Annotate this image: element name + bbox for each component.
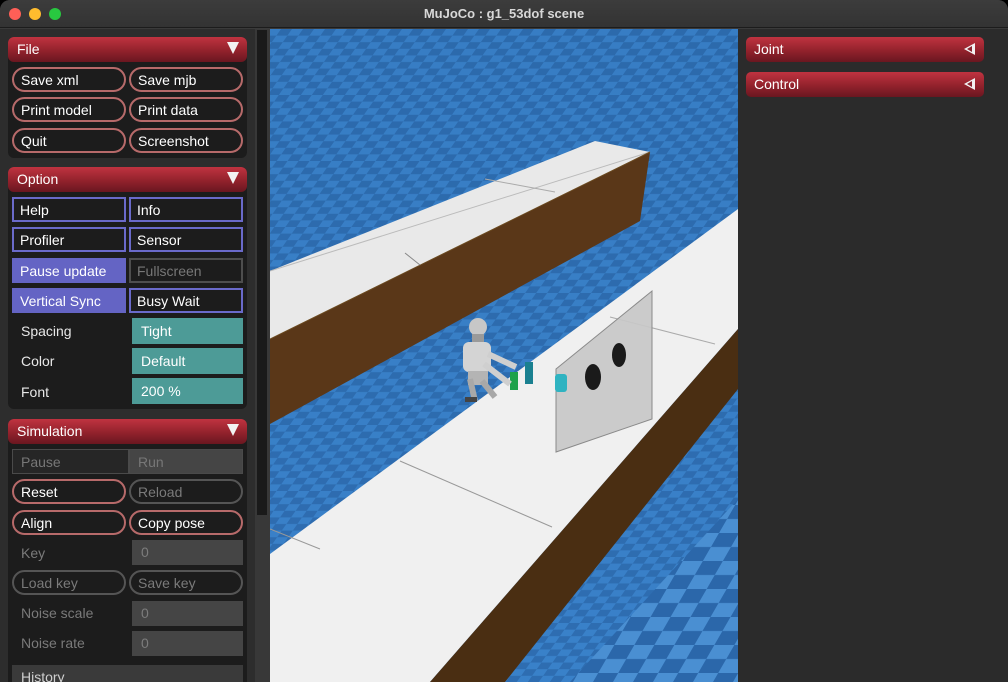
sensor-toggle[interactable]: Sensor xyxy=(129,227,243,252)
left-ui-panel: File Save xml Save mjb Print model Print… xyxy=(0,29,255,682)
font-select[interactable]: 200 % xyxy=(132,378,243,404)
control-section-header[interactable]: Control xyxy=(746,72,984,97)
save-key-button[interactable]: Save key xyxy=(129,570,243,595)
option-section: Option Help Info Profiler Sensor Pause u… xyxy=(8,167,247,409)
history-row[interactable]: History xyxy=(12,665,243,682)
scene-render xyxy=(270,29,738,682)
simulation-section: Simulation Pause Run Reset Reload Align … xyxy=(8,419,247,682)
history-label: History xyxy=(21,669,65,682)
color-select[interactable]: Default xyxy=(132,348,243,374)
right-ui-panel: Joint Control xyxy=(738,29,1008,682)
expand-triangle-icon xyxy=(964,78,975,90)
noise-scale-label: Noise scale xyxy=(21,605,94,621)
noise-rate-field[interactable]: 0 xyxy=(132,631,243,656)
key-slider[interactable]: 0 xyxy=(132,540,243,565)
fullscreen-toggle[interactable]: Fullscreen xyxy=(129,258,243,283)
file-section: File Save xml Save mjb Print model Print… xyxy=(8,37,247,158)
reload-button[interactable]: Reload xyxy=(129,479,243,504)
screenshot-button[interactable]: Screenshot xyxy=(129,128,243,153)
save-xml-button[interactable]: Save xml xyxy=(12,67,126,92)
joint-header-label: Joint xyxy=(754,41,784,57)
reset-button[interactable]: Reset xyxy=(12,479,126,504)
simulation-section-header[interactable]: Simulation xyxy=(8,419,247,444)
vertical-sync-toggle[interactable]: Vertical Sync xyxy=(12,288,126,313)
spacing-select[interactable]: Tight xyxy=(132,318,243,344)
help-toggle[interactable]: Help xyxy=(12,197,126,222)
collapse-triangle-icon xyxy=(227,172,239,184)
file-section-header[interactable]: File xyxy=(8,37,247,62)
copy-pose-button[interactable]: Copy pose xyxy=(129,510,243,535)
window-title: MuJoCo : g1_53dof scene xyxy=(423,6,585,21)
info-toggle[interactable]: Info xyxy=(129,197,243,222)
collapse-triangle-icon xyxy=(227,424,239,436)
expand-triangle-icon xyxy=(964,43,975,55)
print-model-button[interactable]: Print model xyxy=(12,97,126,122)
title-bar: MuJoCo : g1_53dof scene xyxy=(0,0,1008,28)
save-mjb-button[interactable]: Save mjb xyxy=(129,67,243,92)
option-header-label: Option xyxy=(17,171,59,187)
load-key-button[interactable]: Load key xyxy=(12,570,126,595)
simulation-header-label: Simulation xyxy=(17,423,83,439)
run-radio[interactable]: Run xyxy=(129,449,243,474)
option-section-header[interactable]: Option xyxy=(8,167,247,192)
collapse-triangle-icon xyxy=(227,42,239,54)
color-label: Color xyxy=(21,353,55,369)
spacing-label: Spacing xyxy=(21,323,72,339)
file-header-label: File xyxy=(17,41,40,57)
font-label: Font xyxy=(21,384,50,400)
busy-wait-toggle[interactable]: Busy Wait xyxy=(129,288,243,313)
key-label: Key xyxy=(21,545,46,561)
control-header-label: Control xyxy=(754,76,800,92)
3d-viewport[interactable] xyxy=(270,29,738,682)
align-button[interactable]: Align xyxy=(12,510,126,535)
noise-rate-label: Noise rate xyxy=(21,635,85,651)
print-data-button[interactable]: Print data xyxy=(129,97,243,122)
quit-button[interactable]: Quit xyxy=(12,128,126,153)
pause-radio[interactable]: Pause xyxy=(12,449,129,474)
app-window: MuJoCo : g1_53dof scene File Save xml Sa… xyxy=(0,0,1008,682)
profiler-toggle[interactable]: Profiler xyxy=(12,227,126,252)
left-panel-scroll-thumb[interactable] xyxy=(257,30,267,515)
noise-scale-field[interactable]: 0 xyxy=(132,601,243,626)
joint-section-header[interactable]: Joint xyxy=(746,37,984,62)
pause-update-toggle[interactable]: Pause update xyxy=(12,258,126,283)
